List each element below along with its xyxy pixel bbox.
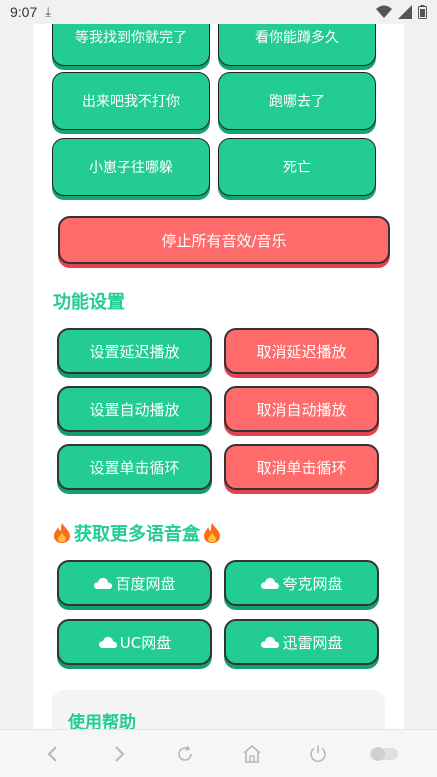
- home-button[interactable]: [232, 734, 272, 774]
- download-icon: ⤓: [45, 4, 51, 20]
- cancel-loop-label: 取消单击循环: [256, 458, 347, 477]
- fire-icon: [54, 523, 70, 543]
- feature-section-title: 功能设置: [53, 288, 125, 314]
- sound-button[interactable]: 死亡: [218, 138, 376, 196]
- power-button[interactable]: [298, 734, 338, 774]
- set-delay-label: 设置延迟播放: [89, 342, 180, 361]
- sound-label: 等我找到你就完了: [75, 30, 187, 46]
- battery-icon: [418, 5, 427, 19]
- cloud-icon: [261, 577, 280, 589]
- set-autoplay-button[interactable]: 设置自动播放: [57, 386, 212, 432]
- wifi-icon: [376, 5, 392, 18]
- sound-button[interactable]: 出来吧我不打你: [52, 72, 210, 130]
- power-icon: [309, 745, 326, 762]
- set-loop-label: 设置单击循环: [89, 458, 180, 477]
- back-button[interactable]: [33, 734, 73, 774]
- forward-button[interactable]: [99, 734, 139, 774]
- toggle-icon: [369, 746, 398, 761]
- help-section: 使用帮助: [52, 690, 385, 729]
- sound-button[interactable]: 小崽子往哪躲: [52, 138, 210, 196]
- cloud-icon: [261, 636, 280, 648]
- quark-disk-button[interactable]: 夸克网盘: [224, 560, 379, 606]
- signal-icon: [398, 5, 412, 19]
- sound-label: 跑哪去了: [269, 94, 325, 110]
- more-section-title: 获取更多语音盒: [53, 520, 221, 546]
- sound-label: 出来吧我不打你: [82, 94, 180, 110]
- sound-button[interactable]: 跑哪去了: [218, 72, 376, 130]
- stop-all-button[interactable]: 停止所有音效/音乐: [58, 216, 390, 264]
- more-title-text: 获取更多语音盒: [74, 524, 200, 545]
- cloud-icon: [94, 577, 113, 589]
- sound-label: 小崽子往哪躲: [89, 160, 173, 176]
- set-autoplay-label: 设置自动播放: [89, 400, 180, 419]
- cancel-delay-label: 取消延迟播放: [256, 342, 347, 361]
- stop-all-label: 停止所有音效/音乐: [161, 231, 287, 250]
- browser-nav-bar: [0, 729, 437, 777]
- status-icons: [376, 5, 427, 19]
- help-title: 使用帮助: [68, 713, 136, 729]
- home-icon: [243, 744, 261, 763]
- quark-disk-label: 夸克网盘: [282, 574, 343, 593]
- toggle-switch[interactable]: [364, 734, 404, 774]
- set-loop-button[interactable]: 设置单击循环: [57, 444, 212, 490]
- sound-label: 看你能蹲多久: [255, 30, 339, 46]
- sound-label: 死亡: [283, 160, 311, 176]
- refresh-button[interactable]: [165, 734, 205, 774]
- chevron-right-icon: [115, 745, 125, 762]
- cancel-autoplay-button[interactable]: 取消自动播放: [224, 386, 379, 432]
- status-bar: 9:07 ⤓: [0, 0, 437, 24]
- cancel-delay-button[interactable]: 取消延迟播放: [224, 328, 379, 374]
- refresh-icon: [178, 745, 193, 761]
- set-delay-button[interactable]: 设置延迟播放: [57, 328, 212, 374]
- xunlei-disk-button[interactable]: 迅雷网盘: [224, 619, 379, 665]
- cancel-loop-button[interactable]: 取消单击循环: [224, 444, 379, 490]
- sound-button[interactable]: 等我找到你就完了: [52, 24, 210, 66]
- sound-button[interactable]: 看你能蹲多久: [218, 24, 376, 66]
- baidu-disk-button[interactable]: 百度网盘: [57, 560, 212, 606]
- main-card: 等我找到你就完了 看你能蹲多久 出来吧我不打你 跑哪去了 小崽子往哪躲 死亡 停…: [33, 24, 404, 729]
- cancel-autoplay-label: 取消自动播放: [256, 400, 347, 419]
- cloud-icon: [98, 636, 117, 648]
- chevron-left-icon: [47, 745, 57, 762]
- fire-icon: [204, 523, 220, 543]
- baidu-disk-label: 百度网盘: [115, 574, 176, 593]
- status-time: 9:07: [10, 4, 38, 20]
- uc-disk-button[interactable]: UC网盘: [57, 619, 212, 665]
- feature-title-text: 功能设置: [53, 292, 125, 313]
- uc-disk-label: UC网盘: [119, 633, 172, 652]
- xunlei-disk-label: 迅雷网盘: [282, 633, 343, 652]
